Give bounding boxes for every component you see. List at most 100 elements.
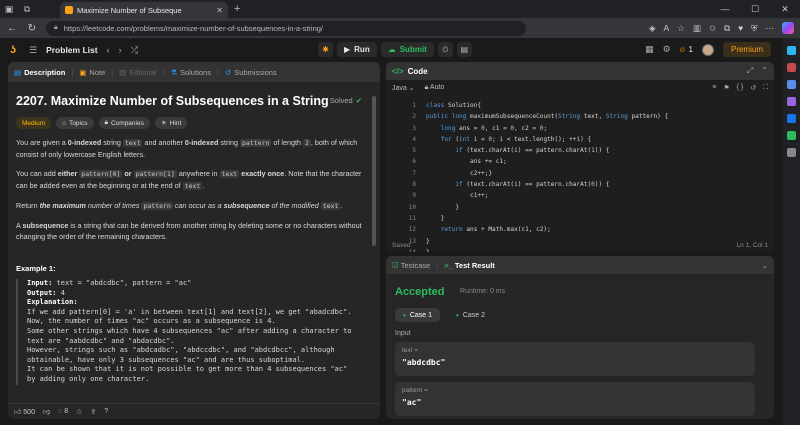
checkbox-icon: ☑: [392, 260, 399, 270]
extension-icon[interactable]: ◈: [649, 23, 656, 34]
address-bar[interactable]: 🔒︎ https://leetcode.com/problems/maximiz…: [46, 20, 526, 36]
code-line[interactable]: return ans + Math.max(c1, c2);: [426, 224, 668, 235]
code-line[interactable]: for (int i = 0; i < text.length(); ++i) …: [426, 134, 668, 145]
code-line[interactable]: public long maximumSubsequenceCount(Stri…: [426, 111, 668, 122]
outlook-icon[interactable]: [787, 114, 796, 123]
copilot-icon[interactable]: [782, 22, 794, 34]
browser-tab-title: Maximize Number of Subseque: [77, 5, 182, 15]
menu-icon[interactable]: ≡: [712, 84, 716, 92]
cursor-position: Ln 1, Col 1: [736, 241, 768, 249]
page-title[interactable]: 2207. Maximize Number of Subsequences in…: [16, 94, 366, 108]
case-2-tab[interactable]: • Case 2: [448, 308, 493, 322]
dislike-button[interactable]: 👎︎: [43, 407, 50, 416]
layout-icon[interactable]: ▦: [645, 44, 654, 55]
note-icon: ▣: [79, 67, 87, 77]
tab-note[interactable]: ▣ Note: [79, 68, 105, 77]
streak-counter[interactable]: 🔥︎ 1: [680, 45, 693, 55]
list-icon: ☰: [29, 44, 38, 55]
bookmark-icon[interactable]: ⚑: [723, 84, 729, 92]
line-number: 2: [412, 113, 416, 121]
sidebar-app-icon[interactable]: [787, 131, 796, 140]
maximize-button[interactable]: ☐: [740, 4, 770, 15]
submit-button[interactable]: ☁ Submit: [380, 42, 434, 57]
refresh-button[interactable]: ↻: [26, 23, 38, 34]
code-line[interactable]: if (text.charAt(i) == pattern.charAt(1))…: [426, 145, 668, 156]
example-box: Input: text = "abdcdbc", pattern = "ac" …: [16, 279, 366, 385]
reset-icon[interactable]: ↺: [750, 84, 756, 92]
minimize-button[interactable]: —: [710, 4, 740, 15]
braces-icon[interactable]: { }: [737, 84, 744, 92]
code-editor[interactable]: 1234567891011121314 class Solution{publi…: [386, 100, 774, 252]
browser-tab[interactable]: Maximize Number of Subseque ✕: [60, 2, 228, 18]
problem-list-link[interactable]: Problem List: [46, 45, 97, 55]
back-button[interactable]: ←: [6, 23, 18, 34]
prev-problem-icon[interactable]: ‹: [107, 45, 110, 55]
add-sidebar-icon[interactable]: [787, 148, 796, 157]
collections-icon[interactable]: ⧉: [724, 23, 730, 34]
problem-description: You are given a 0-indexed string text an…: [16, 137, 366, 242]
performance-icon[interactable]: ♥: [738, 23, 743, 33]
topics-chip[interactable]: ⌂ Topics: [56, 117, 94, 129]
debug-button[interactable]: ✱: [318, 42, 333, 57]
collapse-panel-icon[interactable]: ⌄: [762, 261, 768, 270]
code-line[interactable]: c2++;}: [426, 168, 668, 179]
line-number: 6: [412, 158, 416, 166]
more-options-icon[interactable]: ⋯: [766, 23, 775, 34]
tools-icon[interactable]: [787, 80, 796, 89]
timer-button[interactable]: ⏲: [437, 42, 453, 57]
premium-button[interactable]: Premium: [722, 42, 771, 57]
settings-gear-icon[interactable]: ⚙: [663, 44, 671, 55]
line-number: 3: [412, 124, 416, 132]
fullscreen-icon[interactable]: ⛶: [763, 84, 768, 92]
search-sidebar-icon[interactable]: [787, 46, 796, 55]
notes-button[interactable]: ▤: [456, 42, 472, 57]
code-line[interactable]: c1++;: [426, 190, 668, 201]
autocomplete-toggle[interactable]: 🔒︎ Auto: [425, 84, 445, 92]
code-line[interactable]: }: [426, 202, 668, 213]
test-result-panel: ☑ Testcase | >_ Test Result ⌄ Accepted R…: [386, 256, 774, 419]
tab-test-result[interactable]: >_ Test Result: [444, 261, 495, 270]
read-aloud-icon[interactable]: A: [664, 23, 670, 33]
run-button[interactable]: ▶ Run: [337, 42, 377, 57]
favorite-button[interactable]: ☆: [76, 408, 82, 416]
leetcode-logo-icon[interactable]: ʖ: [10, 44, 20, 56]
like-button[interactable]: 👍︎ 500: [14, 407, 35, 416]
note-icon: ▤: [460, 45, 469, 54]
collapse-icon[interactable]: ⌃: [761, 66, 768, 76]
tab-testcase[interactable]: ☑ Testcase: [392, 261, 430, 270]
code-line[interactable]: long ans = 0, c1 = 0, c2 = 0;: [426, 123, 668, 134]
shuffle-icon[interactable]: ⤮: [131, 45, 138, 56]
code-line[interactable]: if (text.charAt(i) == pattern.charAt(0))…: [426, 179, 668, 190]
next-problem-icon[interactable]: ›: [119, 45, 122, 55]
comments-button[interactable]: ◌ 8: [58, 408, 68, 415]
code-line[interactable]: ans += c1;: [426, 156, 668, 167]
favorite-star-icon[interactable]: ☆: [677, 23, 685, 34]
tab-solutions[interactable]: ⚗ Solutions: [170, 68, 211, 77]
tab-editorial[interactable]: ▥ Editorial: [119, 68, 156, 77]
browser-essentials-icon[interactable]: ⛨: [751, 23, 757, 34]
split-screen-icon[interactable]: ▥: [693, 23, 701, 34]
tab-actions-icon[interactable]: ⧉: [18, 0, 36, 18]
tab-description[interactable]: ▤ Description: [14, 68, 65, 77]
case-1-tab[interactable]: • Case 1: [395, 308, 440, 322]
language-select[interactable]: Java ⌄: [392, 84, 415, 92]
tab-submissions[interactable]: ↺ Submissions: [225, 68, 277, 77]
hint-chip[interactable]: ☀ Hint: [154, 117, 188, 129]
code-line[interactable]: class Solution{: [426, 100, 668, 111]
share-button[interactable]: ⇪: [90, 408, 96, 416]
code-lines[interactable]: class Solution{public long maximumSubseq…: [426, 100, 668, 252]
companies-chip[interactable]: 🔒︎ Companies: [98, 117, 150, 129]
close-tab-icon[interactable]: ✕: [216, 6, 223, 15]
code-line[interactable]: }: [426, 213, 668, 224]
new-tab-button[interactable]: +: [234, 3, 240, 15]
expand-icon[interactable]: ⤢: [747, 66, 753, 76]
games-icon[interactable]: [787, 97, 796, 106]
browser-menu-icon[interactable]: ▣: [0, 0, 18, 18]
code-panel: </> Code ⤢ ⌃ Java ⌄ 🔒︎ Auto ≡ ⚑ { } ↺ ⛶ …: [386, 62, 774, 252]
feedback-button[interactable]: ?: [104, 408, 108, 415]
description-scrollbar[interactable]: [372, 96, 376, 246]
avatar[interactable]: [701, 43, 714, 56]
shopping-icon[interactable]: [787, 63, 796, 72]
favorites-icon[interactable]: ✩: [709, 23, 716, 34]
close-window-button[interactable]: ✕: [770, 4, 800, 15]
